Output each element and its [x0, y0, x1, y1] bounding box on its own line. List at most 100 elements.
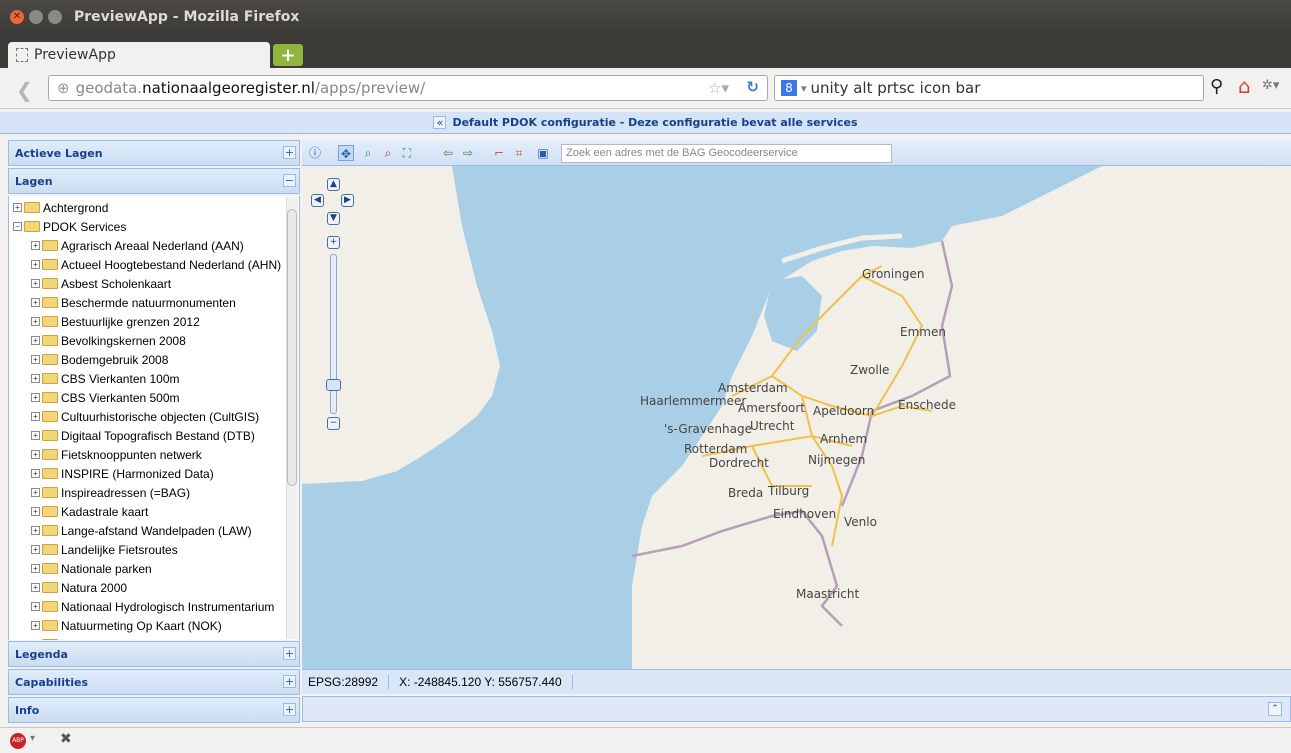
tree-node-pdok-services[interactable]: − PDOK Services	[13, 217, 299, 236]
maximize-window-icon[interactable]	[48, 9, 62, 24]
scrollbar-thumb[interactable]	[287, 209, 297, 486]
tree-node-service[interactable]: + Agrarisch Areaal Nederland (AAN)	[31, 236, 299, 255]
tree-node-service[interactable]: + Nationale parken	[31, 559, 299, 578]
tree-node-service[interactable]: +Nationaal Wegen Bestand (NWB)	[31, 635, 299, 640]
folder-icon	[42, 601, 58, 612]
measure-area-icon[interactable]: ⌗	[511, 145, 527, 161]
tree-node-service[interactable]: + Bestuurlijke grenzen 2012	[31, 312, 299, 331]
zoom-out-box-icon[interactable]: ⌕	[380, 145, 396, 161]
tree-node-service[interactable]: + Inspireadressen (=BAG)	[31, 483, 299, 502]
measure-length-icon[interactable]: ⌐	[491, 145, 507, 161]
tree-node-service[interactable]: + INSPIRE (Harmonized Data)	[31, 464, 299, 483]
adblock-icon[interactable]: ABP	[10, 733, 26, 749]
expand-toggle-icon[interactable]: +	[31, 526, 40, 535]
expand-toggle-icon[interactable]: +	[31, 621, 40, 630]
addon-icon[interactable]: ✲▾	[1262, 78, 1279, 93]
expand-toggle-icon[interactable]: +	[13, 203, 22, 212]
tree-node-service[interactable]: + Cultuurhistorische objecten (CultGIS)	[31, 407, 299, 426]
close-window-icon[interactable]: ✕	[10, 9, 24, 24]
collapse-north-button[interactable]: «	[433, 116, 447, 129]
geocoder-search-input[interactable]: Zoek een adres met de BAG Geocodeerservi…	[561, 144, 892, 163]
panel-capabilities[interactable]: Capabilities +	[8, 669, 300, 695]
tree-node-service[interactable]: + Bevolkingskernen 2008	[31, 331, 299, 350]
expand-icon[interactable]: +	[283, 647, 296, 660]
tree-node-service[interactable]: + Lange-afstand Wandelpaden (LAW)	[31, 521, 299, 540]
panel-actieve-lagen[interactable]: Actieve Lagen +	[8, 140, 300, 166]
tab-previewapp[interactable]: PreviewApp	[8, 42, 270, 68]
search-icon[interactable]: ⚲	[1210, 76, 1223, 97]
pan-icon[interactable]: ✥	[338, 145, 354, 161]
expand-toggle-icon[interactable]: +	[31, 583, 40, 592]
pan-right-button[interactable]: ▶	[341, 194, 354, 207]
tree-node-service[interactable]: + Beschermde natuurmonumenten	[31, 293, 299, 312]
expand-toggle-icon[interactable]: +	[31, 545, 40, 554]
new-tab-button[interactable]: +	[273, 44, 303, 66]
pan-left-button[interactable]: ◀	[311, 194, 324, 207]
folder-icon	[42, 468, 58, 479]
expand-toggle-icon[interactable]: +	[31, 602, 40, 611]
tree-node-service[interactable]: + Natuurmeting Op Kaart (NOK)	[31, 616, 299, 635]
print-map-icon[interactable]: ▣	[535, 145, 551, 161]
expand-toggle-icon[interactable]: +	[31, 317, 40, 326]
tree-node-service[interactable]: + Bodemgebruik 2008	[31, 350, 299, 369]
tree-node-achtergrond[interactable]: + Achtergrond	[13, 198, 299, 217]
zoom-extent-icon[interactable]: ⛶	[399, 145, 415, 161]
tree-node-service[interactable]: + Actueel Hoogtebestand Nederland (AHN)	[31, 255, 299, 274]
expand-toggle-icon[interactable]: +	[31, 279, 40, 288]
expand-toggle-icon[interactable]: +	[31, 488, 40, 497]
bookmark-star-icon[interactable]: ☆▾	[708, 79, 729, 97]
expand-toggle-icon[interactable]: +	[31, 564, 40, 573]
tree-node-service[interactable]: + CBS Vierkanten 100m	[31, 369, 299, 388]
web-search-input[interactable]: 8 ▾ unity alt prtsc icon bar	[774, 75, 1204, 101]
tab-label: PreviewApp	[34, 47, 116, 63]
back-icon[interactable]: ❮	[16, 78, 33, 102]
home-icon[interactable]: ⌂	[1238, 74, 1251, 98]
expand-toggle-icon[interactable]: +	[31, 260, 40, 269]
info-icon[interactable]: ⓘ	[307, 145, 323, 161]
minimize-window-icon[interactable]	[29, 9, 43, 24]
reload-icon[interactable]: ↻	[746, 78, 759, 96]
next-extent-icon[interactable]: ⇨	[460, 145, 476, 161]
url-bar[interactable]: ⊕ geodata. nationaalgeoregister.nl/apps/p…	[48, 75, 768, 101]
collapse-toggle-icon[interactable]: −	[13, 222, 22, 231]
expand-toggle-icon[interactable]: +	[31, 355, 40, 364]
city-label-venlo: Venlo	[844, 515, 877, 529]
expand-toggle-icon[interactable]: +	[31, 241, 40, 250]
zoom-slider-handle[interactable]	[326, 379, 341, 391]
tree-node-service[interactable]: + Asbest Scholenkaart	[31, 274, 299, 293]
map-viewport[interactable]: Groningen Emmen Zwolle Amsterdam Haarlemmerm…	[302, 166, 1291, 669]
projection-label: EPSG:28992	[302, 675, 390, 689]
zoom-out-button[interactable]: −	[327, 417, 340, 430]
expand-icon[interactable]: +	[283, 675, 296, 688]
expand-toggle-icon[interactable]: +	[31, 450, 40, 459]
expand-icon[interactable]: +	[283, 146, 296, 159]
expand-up-icon[interactable]: ⌃	[1268, 702, 1282, 716]
panel-lagen[interactable]: Lagen −	[8, 168, 300, 194]
pan-down-button[interactable]: ▼	[327, 212, 340, 225]
tree-node-service[interactable]: + Fietsknooppunten netwerk	[31, 445, 299, 464]
tree-node-service[interactable]: + Nationaal Hydrologisch Instrumentarium	[31, 597, 299, 616]
close-addon-bar-icon[interactable]: ✖	[60, 731, 72, 747]
expand-toggle-icon[interactable]: +	[31, 431, 40, 440]
tree-node-service[interactable]: + CBS Vierkanten 500m	[31, 388, 299, 407]
panel-legenda[interactable]: Legenda +	[8, 641, 300, 667]
expand-icon[interactable]: +	[283, 703, 296, 716]
tree-node-service[interactable]: + Digitaal Topografisch Bestand (DTB)	[31, 426, 299, 445]
expand-toggle-icon[interactable]: +	[31, 469, 40, 478]
pan-up-button[interactable]: ▲	[327, 178, 340, 191]
tree-node-service[interactable]: + Landelijke Fietsroutes	[31, 540, 299, 559]
expand-toggle-icon[interactable]: +	[31, 507, 40, 516]
expand-toggle-icon[interactable]: +	[31, 336, 40, 345]
tree-node-service[interactable]: + Kadastrale kaart	[31, 502, 299, 521]
expand-toggle-icon[interactable]: +	[31, 393, 40, 402]
previous-extent-icon[interactable]: ⇦	[440, 145, 456, 161]
expand-toggle-icon[interactable]: +	[31, 412, 40, 421]
zoom-in-button[interactable]: +	[327, 236, 340, 249]
panel-info[interactable]: Info +	[8, 697, 300, 723]
collapse-icon[interactable]: −	[283, 174, 296, 187]
expand-toggle-icon[interactable]: +	[31, 298, 40, 307]
adblock-dropdown-icon[interactable]: ▾	[30, 733, 35, 744]
expand-toggle-icon[interactable]: +	[31, 374, 40, 383]
zoom-in-box-icon[interactable]: ⌕	[360, 145, 376, 161]
tree-node-service[interactable]: + Natura 2000	[31, 578, 299, 597]
